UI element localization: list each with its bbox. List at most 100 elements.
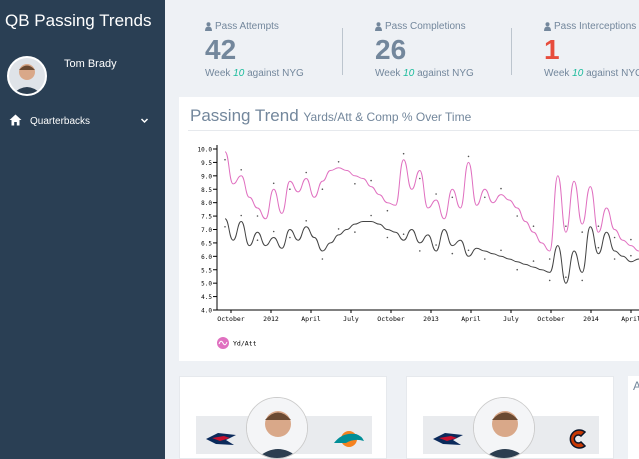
data-point — [305, 220, 307, 222]
y-tick-label: 4.5 — [201, 294, 212, 301]
panel-title: Passing Trend Yards/Att & Comp % Over Ti… — [190, 106, 472, 125]
data-point — [532, 260, 535, 262]
profile-name: Tom Brady — [64, 58, 117, 70]
data-point — [370, 214, 372, 217]
data-point — [565, 276, 567, 278]
data-point — [321, 188, 324, 190]
data-point — [419, 250, 421, 252]
data-point — [597, 246, 600, 249]
y-tick-label: 9.0 — [201, 173, 212, 180]
y-tick-label: 9.5 — [201, 160, 212, 167]
patriots-logo-icon — [206, 433, 236, 445]
data-point — [613, 258, 616, 260]
x-tick-label: April — [301, 315, 321, 323]
series-line — [224, 218, 639, 284]
user-icon — [205, 22, 212, 31]
stat-week: Week 10 against NYG — [205, 68, 304, 79]
data-point — [516, 215, 518, 217]
player-photo — [246, 397, 308, 459]
bears-logo-icon — [569, 429, 587, 449]
x-tick-label: October — [537, 315, 564, 323]
data-point — [224, 158, 226, 161]
data-point — [337, 161, 340, 163]
sidebar-item-label: Quarterbacks — [30, 116, 91, 127]
stat-value: 42 — [205, 34, 237, 65]
y-tick-label: 5.0 — [201, 281, 212, 288]
matchup-card[interactable] — [179, 376, 387, 459]
data-point — [581, 279, 583, 282]
data-point — [272, 182, 275, 185]
y-tick-label: 7.5 — [201, 214, 212, 221]
data-point — [500, 249, 502, 252]
data-point — [240, 169, 242, 171]
data-point — [337, 228, 340, 230]
y-tick-label: 7.0 — [201, 227, 212, 234]
data-point — [565, 225, 567, 227]
y-tick-label: 10.0 — [198, 147, 213, 154]
stat-label: Pass Attempts — [215, 21, 279, 32]
data-point — [272, 230, 275, 233]
data-point — [419, 177, 421, 180]
data-point — [289, 188, 291, 190]
x-tick-label: 2012 — [263, 315, 279, 323]
sidebar: QB Passing Trends Tom Brady Quarterbacks — [0, 0, 165, 459]
data-point — [548, 258, 551, 260]
user-icon — [375, 22, 382, 31]
data-point — [500, 187, 502, 190]
data-point — [305, 171, 307, 174]
data-point — [386, 236, 389, 239]
home-icon — [9, 114, 22, 126]
data-point — [597, 225, 600, 227]
avatar — [7, 56, 47, 96]
data-point — [402, 233, 405, 235]
x-tick-label: July — [343, 315, 359, 323]
stat-pass-interceptions: Pass Interceptions 1 Week 10 against NYG — [544, 21, 639, 79]
x-tick-label: October — [377, 315, 404, 323]
chevron-down-icon[interactable] — [140, 116, 149, 125]
data-point — [370, 179, 372, 182]
panel-subtitle: Yards/Att & Comp % Over Time — [303, 110, 472, 124]
y-tick-label: 6.0 — [201, 254, 212, 261]
data-point — [386, 209, 389, 212]
x-tick-label: October — [217, 315, 244, 323]
player-photo — [473, 397, 535, 459]
y-tick-label: 8.0 — [201, 200, 212, 207]
data-point — [354, 183, 356, 185]
stat-label: Pass Interceptions — [554, 21, 637, 32]
data-point — [613, 236, 616, 239]
data-point — [630, 238, 632, 241]
y-tick-label: 5.5 — [201, 267, 212, 274]
divider — [188, 130, 639, 131]
divider — [342, 28, 343, 75]
app-title: QB Passing Trends — [5, 11, 152, 30]
data-point — [435, 244, 437, 246]
dolphins-logo-icon — [334, 431, 364, 447]
data-point — [435, 193, 437, 195]
data-point — [256, 239, 259, 241]
passing-trend-panel: Passing Trend Yards/Att & Comp % Over Ti… — [179, 97, 639, 361]
stat-week: Week 10 against NYG — [544, 68, 639, 79]
data-point — [224, 226, 226, 228]
stat-label: Pass Completions — [385, 21, 466, 32]
x-tick-label: July — [503, 315, 519, 323]
data-point — [581, 231, 583, 233]
matchup-card[interactable] — [406, 376, 614, 459]
data-point — [516, 268, 518, 271]
third-column: A — [628, 376, 639, 459]
x-tick-label: 2013 — [423, 315, 439, 323]
legend-label: Yd/Att — [233, 340, 257, 348]
data-point — [484, 196, 486, 199]
data-point — [402, 152, 405, 155]
user-icon — [544, 22, 551, 31]
passing-trend-chart: 4.0 4.5 5.0 5.5 6.0 6.5 7.0 7.5 8.0 8.5 9.0 9.5 10.0… — [198, 145, 639, 349]
patriots-logo-icon — [433, 433, 463, 445]
data-point — [467, 249, 470, 252]
data-point — [256, 215, 259, 217]
data-point — [630, 254, 632, 257]
divider — [511, 28, 512, 75]
data-point — [451, 252, 454, 255]
sidebar-item-quarterbacks[interactable]: Quarterbacks — [0, 112, 165, 132]
data-point — [240, 214, 242, 217]
data-point — [532, 225, 535, 227]
y-tick-label: 8.5 — [201, 187, 212, 194]
